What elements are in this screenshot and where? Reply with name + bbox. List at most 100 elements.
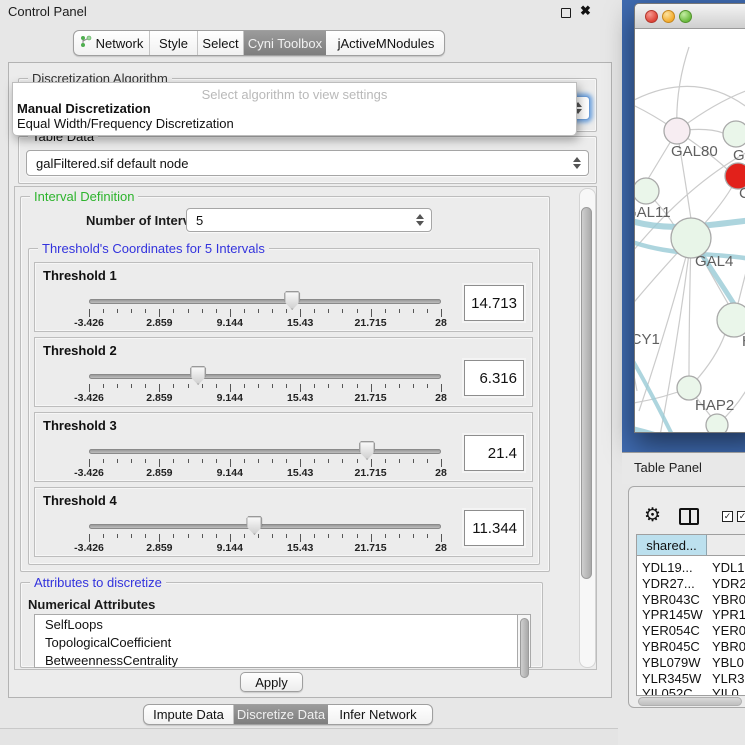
settings-vertical-scrollbar[interactable]	[579, 188, 596, 668]
threshold-value-field[interactable]: 6.316	[464, 360, 524, 396]
table-cell[interactable]: YDL1	[712, 560, 745, 575]
network-node[interactable]	[717, 303, 745, 337]
close-icon[interactable]: ✖	[580, 3, 591, 19]
zoom-traffic-light-icon[interactable]	[679, 10, 692, 23]
network-graph-canvas[interactable]: GAL80GACGAL11GAL4GCY1HHAP2	[635, 29, 745, 433]
checkbox-hide-icon[interactable]: ✓	[737, 511, 745, 522]
table-cell[interactable]: YBR0	[712, 639, 745, 654]
tab-impute-data[interactable]: Impute Data	[144, 705, 234, 724]
table-cell[interactable]: YLR345W	[642, 671, 701, 686]
number-of-intervals-combobox[interactable]: 5	[186, 208, 432, 232]
slider-tick	[230, 384, 231, 392]
slider-handle[interactable]	[284, 291, 300, 310]
slider-tick	[89, 309, 90, 317]
table-cell[interactable]: YDL19...	[642, 560, 693, 575]
checkbox-show-icon[interactable]: ✓	[722, 511, 733, 522]
tab-network[interactable]: Network	[74, 31, 150, 55]
scrollbar-thumb[interactable]	[520, 618, 529, 678]
slider-tick	[300, 384, 301, 392]
table-cell[interactable]: YPR145W	[642, 607, 703, 622]
slider-tick	[188, 384, 189, 388]
table-horizontal-scrollbar[interactable]	[638, 697, 742, 706]
attribute-list-item[interactable]: BetweennessCentrality	[35, 651, 517, 668]
threshold-value-field[interactable]: 11.344	[464, 510, 524, 546]
algorithm-option-1[interactable]: Manual Discretization	[17, 101, 151, 116]
apply-button[interactable]: Apply	[240, 672, 303, 692]
tab-select[interactable]: Select	[198, 31, 244, 55]
split-columns-icon[interactable]	[679, 508, 699, 525]
slider-tick	[357, 384, 358, 388]
float-window-icon[interactable]	[561, 8, 571, 18]
slider-tick	[89, 384, 90, 392]
slider-track[interactable]	[89, 524, 441, 529]
table-cell[interactable]: YER0	[712, 623, 745, 638]
table-cell[interactable]: YLR3	[712, 671, 745, 686]
attribute-list-item[interactable]: SelfLoops	[35, 615, 517, 633]
table-cell[interactable]: YBR045C	[642, 639, 700, 654]
table-cell[interactable]: YBR043C	[642, 592, 700, 607]
tab-style[interactable]: Style	[150, 31, 198, 55]
network-node[interactable]	[723, 121, 745, 147]
slider-tick	[202, 384, 203, 388]
interval-definition-group-title: Interval Definition	[30, 189, 138, 204]
slider-tick-label: 9.144	[217, 392, 243, 404]
attributes-list-scrollbar[interactable]	[517, 614, 531, 668]
network-node[interactable]	[706, 414, 728, 433]
network-edge[interactable]	[635, 86, 745, 117]
algorithm-option-2[interactable]: Equal Width/Frequency Discretization	[17, 116, 234, 131]
slider-tick	[202, 534, 203, 538]
tab-discretize-data[interactable]: Discretize Data	[234, 705, 328, 724]
slider-tick	[385, 459, 386, 463]
table-cell[interactable]: YER054C	[642, 623, 700, 638]
table-cell[interactable]: YIL0	[712, 686, 739, 696]
slider-handle[interactable]	[246, 516, 262, 535]
tab-label: Infer Network	[339, 707, 416, 722]
table-cell[interactable]: YDR27...	[642, 576, 695, 591]
slider-tick-label: -3.426	[74, 317, 104, 329]
tab-label: Impute Data	[153, 707, 224, 722]
table-cell[interactable]: YBL079W	[642, 655, 701, 670]
network-node[interactable]	[664, 118, 690, 144]
slider-tick	[117, 534, 118, 538]
minimize-traffic-light-icon[interactable]	[662, 10, 675, 23]
network-window-titlebar[interactable]	[635, 4, 745, 29]
column-header-name[interactable]: n	[707, 535, 745, 556]
slider-tick	[357, 309, 358, 313]
scrollbar-thumb[interactable]	[581, 207, 592, 579]
table-cell[interactable]: YBR0	[712, 592, 745, 607]
column-header-shared-name[interactable]: shared...	[637, 535, 707, 556]
slider-track[interactable]	[89, 374, 441, 379]
network-edge[interactable]	[657, 238, 691, 433]
table-cell[interactable]: YIL052C	[642, 686, 693, 696]
close-traffic-light-icon[interactable]	[645, 10, 658, 23]
slider-track[interactable]	[89, 299, 441, 304]
table-cell[interactable]: YDR2	[712, 576, 745, 591]
numerical-attributes-list[interactable]: SelfLoopsTopologicalCoefficientBetweenne…	[34, 614, 518, 668]
slider-tick-label: 2.859	[146, 542, 172, 554]
table-cell[interactable]: YPR1	[712, 607, 745, 622]
network-node-label: GA	[733, 147, 745, 164]
attribute-list-item[interactable]: TopologicalCoefficient	[35, 633, 517, 651]
slider-tick	[314, 384, 315, 388]
table-data-combobox[interactable]: galFiltered.sif default node	[26, 150, 589, 176]
threshold-value-field[interactable]: 21.4	[464, 435, 524, 471]
slider-track[interactable]	[89, 449, 441, 454]
threshold-value-field[interactable]: 14.713	[464, 285, 524, 321]
node-table[interactable]: shared...n YDL19... YDL1 YDR27... YDR2 YBR043…	[636, 534, 745, 696]
slider-handle[interactable]	[359, 441, 375, 460]
table-cell[interactable]: YBL0	[712, 655, 744, 670]
gear-icon[interactable]: ⚙	[644, 506, 661, 525]
tab-cyni-toolbox[interactable]: Cyni Toolbox	[244, 31, 326, 55]
network-node[interactable]	[635, 178, 659, 204]
slider-tick	[413, 309, 414, 313]
slider-handle[interactable]	[190, 366, 206, 385]
tab-jactivemnodules[interactable]: jActiveMNodules	[326, 31, 445, 55]
tab-label: Cyni Toolbox	[248, 36, 322, 51]
slider-tick	[300, 534, 301, 542]
network-node[interactable]	[671, 218, 711, 258]
slider-tick	[272, 534, 273, 538]
slider-tick-label: 15.43	[287, 542, 313, 554]
network-edge[interactable]	[689, 238, 691, 377]
tab-infer-network[interactable]: Infer Network	[328, 705, 428, 724]
slider-tick	[314, 459, 315, 463]
